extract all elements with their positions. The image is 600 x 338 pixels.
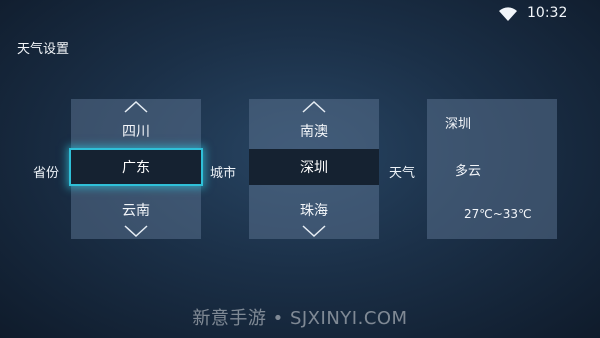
weather-condition: 多云 — [455, 164, 482, 179]
clock: 10:32 — [527, 5, 568, 21]
city-label: 城市 — [210, 166, 237, 181]
status-bar: 10:32 — [0, 0, 600, 28]
province-option-next[interactable]: 云南 — [71, 200, 201, 220]
weather-label: 天气 — [389, 166, 416, 181]
weather-temperature: 27℃~33℃ — [464, 207, 532, 221]
chevron-down-icon[interactable] — [302, 225, 326, 237]
province-selected[interactable]: 广东 — [69, 148, 203, 186]
weather-city: 深圳 — [445, 117, 472, 132]
province-option-prev[interactable]: 四川 — [71, 121, 201, 141]
city-selected[interactable]: 深圳 — [249, 149, 379, 185]
weather-card: 深圳 多云 27℃~33℃ — [427, 99, 557, 239]
city-option-prev[interactable]: 南澳 — [249, 121, 379, 141]
wifi-icon — [499, 7, 517, 21]
chevron-up-icon[interactable] — [302, 101, 326, 113]
page-title: 天气设置 — [17, 42, 70, 57]
chevron-up-icon[interactable] — [124, 101, 148, 113]
province-picker[interactable]: 四川 广东 云南 — [69, 99, 203, 239]
watermark: 新意手游 • SJXINYI.COM — [192, 308, 408, 329]
city-picker[interactable]: 南澳 深圳 珠海 — [249, 99, 379, 239]
province-label: 省份 — [33, 166, 60, 181]
chevron-down-icon[interactable] — [124, 225, 148, 237]
city-option-next[interactable]: 珠海 — [249, 200, 379, 220]
